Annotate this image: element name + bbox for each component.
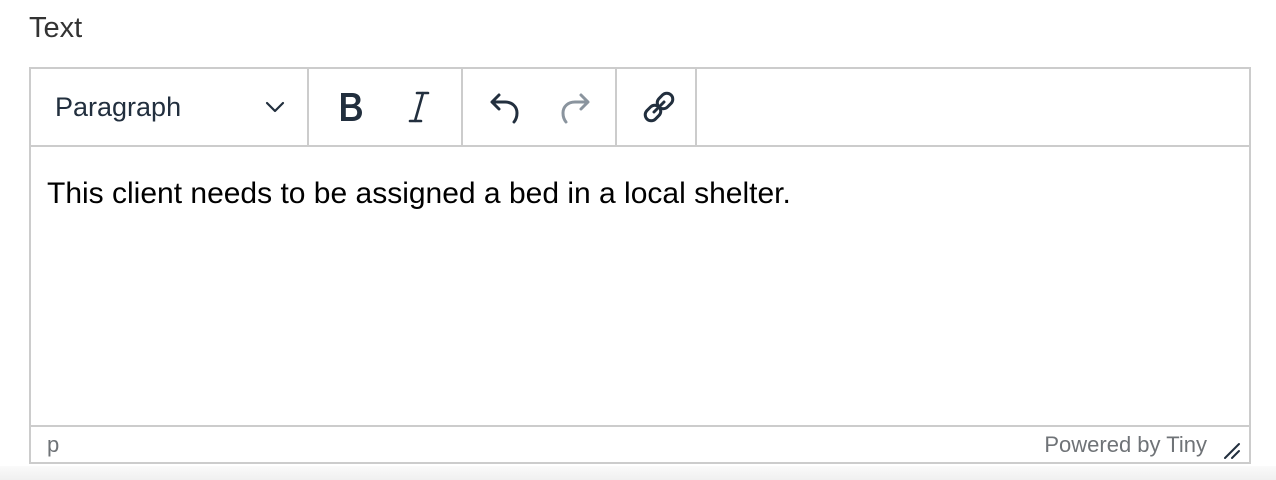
toolbar-group-style — [309, 69, 463, 145]
redo-button[interactable] — [545, 77, 605, 137]
bold-button[interactable] — [321, 77, 381, 137]
editor-statusbar: p Powered by Tiny — [31, 425, 1249, 462]
page-bottom-edge — [0, 466, 1276, 480]
statusbar-right: Powered by Tiny — [1044, 430, 1241, 460]
redo-icon — [561, 93, 590, 124]
editor-content-area[interactable]: This client needs to be assigned a bed i… — [31, 147, 1249, 427]
link-icon — [643, 91, 675, 123]
toolbar-group-link — [617, 69, 697, 145]
editor-toolbar: Paragraph — [31, 69, 1249, 147]
block-format-dropdown[interactable]: Paragraph — [31, 69, 307, 145]
undo-icon — [490, 93, 519, 124]
element-path[interactable]: p — [47, 432, 59, 458]
undo-button[interactable] — [475, 77, 535, 137]
chevron-down-icon — [265, 101, 285, 113]
rich-text-editor: Paragraph This client needs to be assign… — [29, 67, 1251, 464]
content-paragraph: This client needs to be assigned a bed i… — [47, 177, 791, 210]
italic-button[interactable] — [389, 77, 449, 137]
resize-handle-icon[interactable] — [1221, 440, 1241, 460]
italic-icon — [408, 91, 430, 123]
toolbar-group-history — [463, 69, 617, 145]
insert-link-button[interactable] — [629, 77, 689, 137]
field-label: Text — [29, 12, 83, 44]
branding-link[interactable]: Powered by Tiny — [1044, 432, 1207, 458]
block-format-label: Paragraph — [55, 91, 182, 122]
toolbar-group-format: Paragraph — [31, 69, 309, 145]
bold-icon — [341, 93, 362, 121]
